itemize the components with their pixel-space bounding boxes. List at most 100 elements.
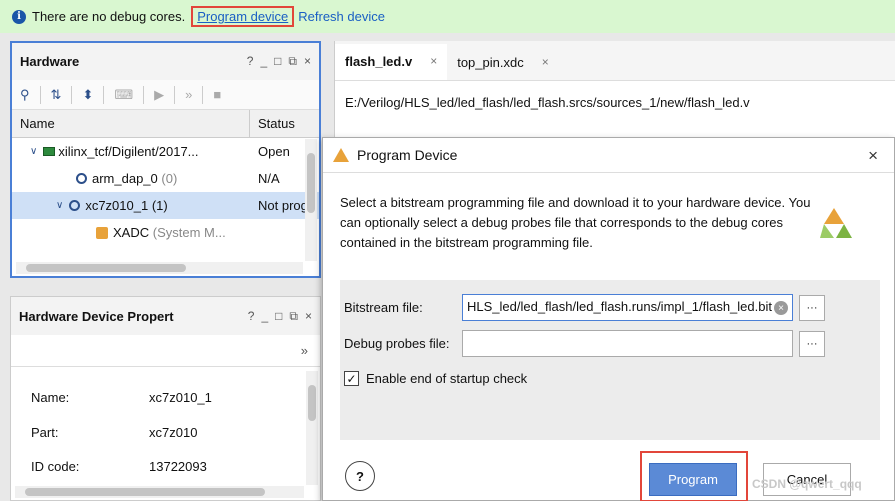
expand-all-icon[interactable]: ⬍: [82, 87, 93, 103]
row-name: XADC: [113, 225, 150, 240]
tree-row-xadc[interactable]: XADC (System M...: [12, 219, 319, 246]
browse-probes-button[interactable]: ···: [799, 330, 825, 357]
property-value: xc7z010: [149, 425, 198, 440]
bitstream-file-input[interactable]: HLS_led/led_flash/led_flash.runs/impl_1/…: [462, 294, 793, 321]
tab-flash-led[interactable]: flash_led.v ×: [335, 44, 448, 80]
close-icon[interactable]: ×: [430, 54, 437, 68]
toolbar-divider: [174, 85, 176, 104]
chevron-down-icon[interactable]: ∨: [30, 146, 37, 157]
tab-label: top_pin.xdc: [457, 54, 524, 70]
minimize-icon[interactable]: _: [261, 309, 268, 324]
scrollbar-thumb[interactable]: [308, 385, 316, 421]
device-icon: [69, 200, 81, 211]
refresh-device-link[interactable]: Refresh device: [298, 9, 385, 24]
property-row: Part: xc7z010: [31, 425, 197, 440]
debug-probes-label: Debug probes file:: [344, 336, 450, 351]
info-banner: i There are no debug cores. Program devi…: [0, 0, 895, 33]
collapse-all-icon[interactable]: ⇅: [51, 87, 62, 103]
clear-icon[interactable]: ×: [774, 301, 788, 315]
dialog-title: Program Device: [357, 147, 458, 163]
dialog-description: Select a bitstream programming file and …: [340, 195, 811, 250]
bitstream-file-value: HLS_led/led_flash/led_flash.runs/impl_1/…: [467, 299, 772, 314]
tree-row-xc7z010[interactable]: ∨ xc7z010_1 (1) Not prog: [12, 192, 319, 219]
close-icon[interactable]: ×: [868, 146, 878, 166]
close-icon[interactable]: ×: [542, 55, 549, 69]
dialog-titlebar: Program Device: [323, 138, 894, 173]
hardware-toolbar: ⚲ ⇅ ⬍ ⌨ ▶ » ■: [12, 80, 319, 110]
bitstream-row: Bitstream file: HLS_led/led_flash/led_fl…: [344, 294, 825, 321]
device-properties-panel: Hardware Device Propert ? _ □ ⧉ × » Name…: [10, 296, 321, 501]
panel-window-controls: ? _ □ ⧉ ×: [247, 54, 311, 69]
help-button[interactable]: ?: [345, 461, 375, 491]
tree-row-target[interactable]: ∨ xilinx_tcf/Digilent/2017... Open: [12, 138, 319, 165]
hardware-panel: Hardware ? _ □ ⧉ × ⚲ ⇅ ⬍ ⌨ ▶ » ■ Name St…: [10, 41, 321, 278]
program-button[interactable]: Program: [649, 463, 737, 496]
scrollbar-thumb[interactable]: [307, 153, 315, 213]
help-icon[interactable]: ?: [248, 309, 255, 324]
close-icon[interactable]: ×: [305, 309, 312, 324]
row-status: Open: [258, 144, 290, 159]
run-trigger-immediate-icon[interactable]: »: [185, 87, 192, 102]
run-trigger-icon[interactable]: ▶: [154, 87, 164, 103]
maximize-icon[interactable]: □: [275, 309, 282, 324]
property-key: ID code:: [31, 459, 80, 474]
stop-trigger-icon[interactable]: ■: [213, 87, 221, 102]
tab-label: flash_led.v: [345, 53, 413, 69]
hardware-panel-title: Hardware: [20, 54, 80, 69]
tab-top-pin[interactable]: top_pin.xdc ×: [447, 44, 559, 80]
minimize-icon[interactable]: _: [260, 54, 267, 69]
maximize-icon[interactable]: □: [274, 54, 281, 69]
scrollbar-thumb[interactable]: [25, 488, 265, 496]
editor-tabs: flash_led.v × top_pin.xdc ×: [335, 41, 895, 81]
panel-window-controls: ? _ □ ⧉ ×: [248, 309, 312, 324]
xadc-icon: [96, 226, 108, 239]
enable-startup-check-label: Enable end of startup check: [366, 371, 528, 386]
float-icon[interactable]: ⧉: [289, 309, 298, 324]
auto-connect-icon[interactable]: ⌨: [114, 87, 133, 103]
status-column-header[interactable]: Status: [250, 116, 295, 131]
toolbar-divider: [103, 85, 105, 104]
scrollbar-thumb[interactable]: [26, 264, 186, 272]
row-status: Not prog: [258, 198, 306, 213]
target-board-icon: [43, 147, 56, 156]
enable-startup-check-checkbox[interactable]: ✓: [344, 371, 359, 386]
chevron-down-icon[interactable]: ∨: [56, 200, 63, 211]
properties-panel-header: Hardware Device Propert ? _ □ ⧉ ×: [11, 297, 320, 335]
browse-bitstream-button[interactable]: ···: [799, 294, 825, 321]
properties-horizontal-scrollbar[interactable]: [15, 486, 304, 498]
info-icon: i: [12, 9, 26, 24]
row-name: xc7z010_1 (1): [85, 198, 168, 213]
properties-panel-title: Hardware Device Propert: [19, 308, 174, 324]
help-icon[interactable]: ?: [247, 54, 254, 69]
debug-probes-file-input[interactable]: [462, 330, 793, 357]
debug-probes-row: Debug probes file: ···: [344, 330, 825, 357]
toolbar-divider: [39, 85, 41, 104]
row-status: N/A: [258, 171, 280, 186]
property-value: xc7z010_1: [149, 390, 212, 405]
startup-check-row[interactable]: ✓ Enable end of startup check: [344, 371, 527, 386]
name-column-header[interactable]: Name: [12, 110, 250, 137]
hardware-panel-header: Hardware ? _ □ ⧉ ×: [12, 43, 319, 80]
property-key: Part:: [31, 425, 59, 440]
float-icon[interactable]: ⧉: [288, 54, 297, 69]
toolbar-divider: [143, 85, 145, 104]
tree-horizontal-scrollbar[interactable]: [16, 262, 303, 274]
device-icon: [76, 173, 87, 184]
toolbar-divider: [202, 85, 204, 104]
banner-message: There are no debug cores.: [32, 9, 186, 24]
row-suffix: (System M...: [152, 225, 226, 240]
search-icon[interactable]: ⚲: [20, 87, 30, 103]
vivado-logo-icon: [333, 148, 349, 162]
properties-vertical-scrollbar[interactable]: [306, 371, 318, 485]
tree-row-arm-dap[interactable]: arm_dap_0 (0) N/A: [12, 165, 319, 192]
program-device-link[interactable]: Program device: [191, 6, 295, 27]
tree-vertical-scrollbar[interactable]: [305, 139, 317, 261]
row-suffix: (0): [161, 171, 178, 186]
file-path: E:/Verilog/HLS_led/led_flash/led_flash.s…: [345, 95, 750, 110]
overflow-icon[interactable]: »: [301, 343, 308, 358]
property-row: Name: xc7z010_1: [31, 390, 212, 405]
program-device-dialog: Program Device × Select a bitstream prog…: [322, 137, 895, 501]
close-icon[interactable]: ×: [304, 54, 311, 69]
vivado-logo-icon: [820, 208, 852, 238]
toolbar-divider: [71, 85, 73, 104]
